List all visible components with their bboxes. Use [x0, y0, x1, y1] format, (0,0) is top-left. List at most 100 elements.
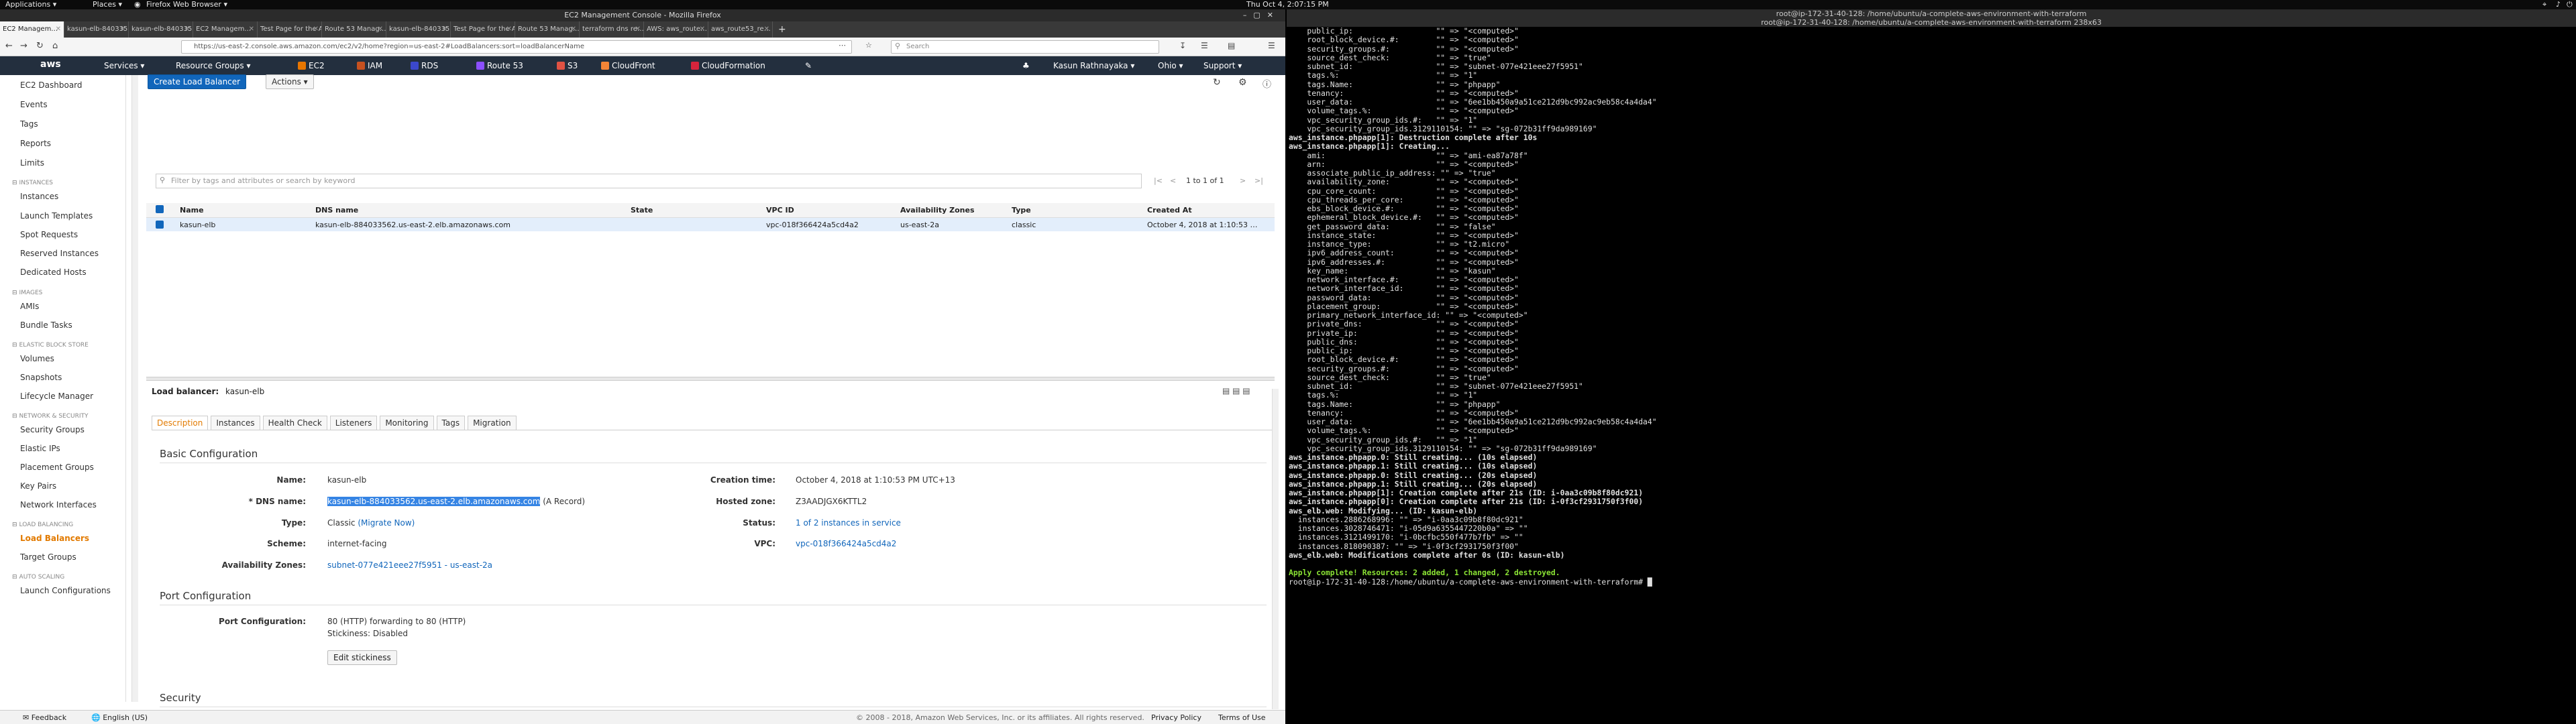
tab-migration[interactable]: Migration	[468, 416, 517, 430]
power-icon[interactable]: ⏻	[2567, 0, 2573, 9]
close-tab-icon[interactable]: ✕	[378, 21, 383, 38]
sidebar-item-key-pairs[interactable]: Key Pairs	[20, 481, 56, 491]
close-tab-icon[interactable]: ✕	[56, 21, 61, 38]
sidebar-item-events[interactable]: Events	[20, 100, 48, 109]
tab-description[interactable]: Description	[152, 416, 209, 430]
table-row[interactable]: kasun-elb kasun-elb-884033562.us-east-2.…	[146, 218, 1275, 231]
select-all-checkbox[interactable]	[156, 205, 164, 213]
last-page-icon[interactable]: >|	[1254, 176, 1263, 185]
actions-button[interactable]: Actions ▾	[266, 74, 314, 89]
sidebar-item-launch-templates[interactable]: Launch Templates	[20, 211, 93, 221]
terminal-output[interactable]: public_ip: "" => "<computed>" root_block…	[1289, 26, 1657, 587]
shortcut-cloudformation[interactable]: CloudFormation	[691, 61, 765, 70]
browser-tab[interactable]: kasun-elb-840335… ✕	[129, 21, 193, 38]
notifications-bell-icon[interactable]: ♣	[1022, 61, 1030, 70]
url-bar[interactable]: https://us-east-2.console.aws.amazon.com…	[181, 40, 852, 54]
resource-groups-menu[interactable]: Resource Groups ▾	[176, 61, 250, 70]
sidebar-item-volumes[interactable]: Volumes	[20, 354, 54, 363]
browser-tab[interactable]: Route 53 Manag… ✕	[322, 21, 386, 38]
tab-monitoring[interactable]: Monitoring	[380, 416, 434, 430]
shortcut-s3[interactable]: S3	[557, 61, 578, 70]
close-tab-icon[interactable]: ✕	[249, 21, 254, 38]
browser-tab[interactable]: terraform dns re… ✕	[580, 21, 644, 38]
refresh-icon[interactable]: ↻	[1213, 77, 1221, 88]
network-icon[interactable]: ⌖	[2542, 0, 2546, 9]
terminal-window[interactable]: root@ip-172-31-40-128: /home/ubuntu/a-co…	[1287, 9, 2576, 724]
close-tab-icon[interactable]: ✕	[571, 21, 576, 38]
first-page-icon[interactable]: |<	[1154, 176, 1163, 185]
sidebar-item-limits[interactable]: Limits	[20, 158, 44, 168]
pane-resize-handle[interactable]	[146, 377, 1275, 381]
volume-icon[interactable]: ♪	[2556, 0, 2561, 9]
row-checkbox[interactable]	[156, 221, 164, 229]
pin-icon[interactable]: ✎	[805, 61, 812, 70]
edit-stickiness-button[interactable]: Edit stickiness	[327, 650, 397, 665]
close-tab-icon[interactable]: ✕	[764, 21, 769, 38]
create-load-balancer-button[interactable]: Create Load Balancer	[148, 74, 247, 89]
sidebar-section-instances[interactable]: INSTANCES	[12, 180, 53, 186]
tab-health-check[interactable]: Health Check	[262, 416, 327, 430]
sidebar-item-network-interfaces[interactable]: Network Interfaces	[20, 500, 97, 509]
prev-page-icon[interactable]: <	[1170, 176, 1176, 185]
sidebar-item-security-groups[interactable]: Security Groups	[20, 425, 85, 434]
sidebar-item-target-groups[interactable]: Target Groups	[20, 552, 76, 562]
sidebar-section-network-security[interactable]: NETWORK & SECURITY	[12, 413, 89, 420]
sidebar-scrollbar[interactable]	[131, 75, 138, 702]
account-menu[interactable]: Kasun Rathnayaka ▾	[1053, 61, 1134, 70]
places-menu[interactable]: Places ▾	[93, 0, 122, 9]
menu-icon[interactable]: ☰	[1268, 41, 1275, 50]
shortcut-ec2[interactable]: EC2	[298, 61, 325, 70]
close-tab-icon[interactable]: ✕	[313, 21, 319, 38]
browser-tab[interactable]: Route 53 Manag… ✕	[515, 21, 580, 38]
sidebar-section-auto-scaling[interactable]: AUTO SCALING	[12, 574, 65, 581]
terms-link[interactable]: Terms of Use	[1218, 713, 1266, 722]
sidebar-item-reports[interactable]: Reports	[20, 139, 51, 148]
next-page-icon[interactable]: >	[1240, 176, 1246, 185]
help-icon[interactable]: ⓘ	[1263, 77, 1271, 90]
forward-icon[interactable]: →	[20, 41, 28, 51]
shortcut-rds[interactable]: RDS	[411, 61, 438, 70]
browser-tab[interactable]: Test Page for the A…✕	[258, 21, 322, 38]
sidebar-toggle-icon[interactable]: ▤	[1228, 41, 1235, 50]
shortcut-route53[interactable]: Route 53	[476, 61, 523, 70]
close-tab-icon[interactable]: ✕	[635, 21, 641, 38]
column-header-az[interactable]: Availability Zones	[900, 206, 975, 215]
sidebar-item-placement-groups[interactable]: Placement Groups	[20, 463, 94, 472]
language-selector[interactable]: 🌐 English (US)	[91, 713, 148, 722]
sidebar-section-images[interactable]: IMAGES	[12, 290, 43, 296]
gear-icon[interactable]: ⚙	[1238, 77, 1247, 88]
az-value-link[interactable]: subnet-077e421eee27f5951 - us-east-2a	[327, 560, 492, 570]
status-value-link[interactable]: 1 of 2 instances in service	[796, 518, 901, 528]
close-tab-icon[interactable]: ✕	[120, 21, 125, 38]
sidebar-section-load-balancing[interactable]: LOAD BALANCING	[12, 522, 74, 528]
sidebar-item-instances[interactable]: Instances	[20, 192, 58, 201]
close-tab-icon[interactable]: ✕	[700, 21, 705, 38]
sidebar-item-reserved-instances[interactable]: Reserved Instances	[20, 249, 99, 258]
new-tab-button[interactable]: +	[773, 21, 786, 38]
browser-tab[interactable]: Test Page for the A…✕	[451, 21, 515, 38]
browser-tab[interactable]: aws_route53_re… ✕	[708, 21, 773, 38]
region-menu[interactable]: Ohio ▾	[1158, 61, 1183, 70]
privacy-link[interactable]: Privacy Policy	[1151, 713, 1201, 722]
home-icon[interactable]: ⌂	[52, 41, 58, 51]
browser-tab[interactable]: kasun-elb-840335… ✕	[64, 21, 129, 38]
sidebar-item-launch-configurations[interactable]: Launch Configurations	[20, 586, 111, 595]
tab-listeners[interactable]: Listeners	[329, 416, 378, 430]
close-tab-icon[interactable]: ✕	[442, 21, 447, 38]
active-app-menu[interactable]: Firefox Web Browser ▾	[146, 0, 227, 9]
shortcut-cloudfront[interactable]: CloudFront	[601, 61, 655, 70]
browser-tab[interactable]: kasun-elb-840335… ✕	[386, 21, 451, 38]
tab-tags[interactable]: Tags	[436, 416, 466, 430]
page-actions-icon[interactable]: ⋯	[839, 41, 846, 50]
applications-menu[interactable]: Applications ▾	[5, 0, 56, 9]
sidebar-item-elastic-ips[interactable]: Elastic IPs	[20, 444, 60, 453]
column-header-name[interactable]: Name	[180, 206, 204, 215]
browser-tab[interactable]: AWS: aws_route… ✕	[644, 21, 708, 38]
services-menu[interactable]: Services ▾	[104, 61, 144, 70]
close-tab-icon[interactable]: ✕	[506, 21, 512, 38]
bookmark-star-icon[interactable]: ☆	[865, 41, 872, 50]
dns-value[interactable]: kasun-elb-884033562.us-east-2.elb.amazon…	[327, 497, 585, 506]
back-icon[interactable]: ←	[5, 41, 13, 51]
window-controls[interactable]: –▢✕	[1243, 9, 1280, 21]
sidebar-item-bundle-tasks[interactable]: Bundle Tasks	[20, 320, 72, 330]
